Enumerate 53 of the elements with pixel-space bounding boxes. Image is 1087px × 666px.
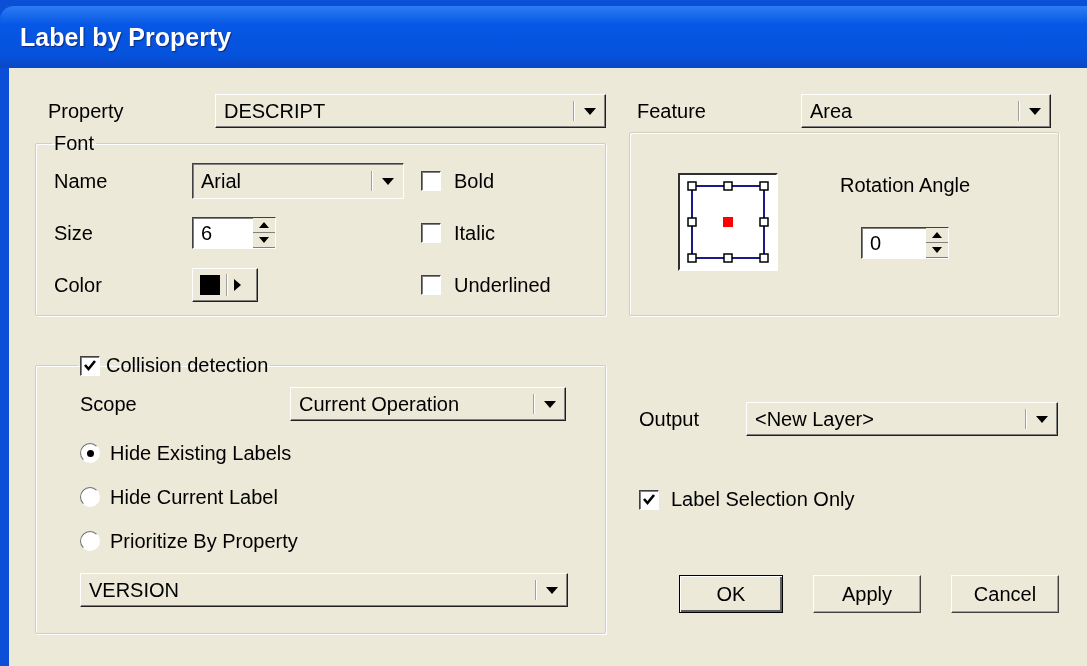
radio-button[interactable] <box>80 531 100 551</box>
radio-button[interactable] <box>80 443 100 463</box>
option-label: Hide Existing Labels <box>110 441 292 465</box>
option-label: Underlined <box>454 273 551 297</box>
option-label: Label Selection Only <box>671 488 855 511</box>
down-arrow-icon <box>584 107 596 115</box>
up-arrow-icon <box>932 232 943 238</box>
checkbox[interactable] <box>421 171 441 191</box>
radio-button[interactable] <box>80 487 100 507</box>
down-arrow-icon <box>1036 415 1048 423</box>
field-label: Output <box>639 407 701 431</box>
down-arrow-icon <box>259 237 269 243</box>
label-position-preview[interactable] <box>678 173 778 271</box>
checkbox[interactable] <box>421 275 441 295</box>
option-label: Bold <box>454 169 495 193</box>
font-name-dropdown[interactable]: Arial <box>192 163 404 199</box>
dialog-button[interactable]: Apply <box>813 575 921 613</box>
scope-dropdown[interactable]: Current Operation <box>290 387 566 421</box>
up-arrow-icon <box>259 222 269 228</box>
checkmark-icon <box>642 492 656 507</box>
field-label: Color <box>54 273 103 297</box>
down-arrow-icon <box>932 247 943 253</box>
option-label: Hide Current Label <box>110 485 278 509</box>
checkbox[interactable] <box>421 223 441 243</box>
option-label: Prioritize By Property <box>110 529 298 553</box>
down-arrow-icon <box>544 400 556 408</box>
rotation-angle-spinner[interactable]: 0 <box>861 227 950 259</box>
feature-dropdown[interactable]: Area <box>801 94 1051 128</box>
group-label: Collision detection <box>106 354 269 377</box>
group-label: Font <box>53 132 96 155</box>
field-label: Feature <box>637 99 707 123</box>
checkmark-icon <box>83 358 97 373</box>
field-label: Name <box>54 169 109 193</box>
option-label: Italic <box>454 221 496 245</box>
dialog-button[interactable]: OK <box>679 575 784 613</box>
window-title: Label by Property <box>20 22 232 52</box>
dialog-button[interactable]: Cancel <box>951 575 1059 613</box>
field-label: Scope <box>80 392 138 416</box>
size-spinner[interactable]: 6 <box>192 217 276 249</box>
anchor-grid-icon <box>687 181 769 263</box>
down-arrow-icon <box>546 586 558 594</box>
right-arrow-icon <box>234 279 241 291</box>
color-button[interactable] <box>192 268 258 302</box>
field-label: Rotation Angle <box>840 174 971 197</box>
checkbox[interactable] <box>639 489 659 510</box>
output-dropdown[interactable]: <New Layer> <box>746 402 1058 436</box>
property-dropdown[interactable]: DESCRIPT <box>215 94 606 128</box>
field-label: Property <box>48 99 125 123</box>
priority-property-dropdown[interactable]: VERSION <box>80 573 568 607</box>
checkbox[interactable] <box>80 355 100 376</box>
down-arrow-icon <box>1029 107 1041 115</box>
field-label: Size <box>54 221 94 245</box>
down-arrow-icon <box>382 177 394 185</box>
